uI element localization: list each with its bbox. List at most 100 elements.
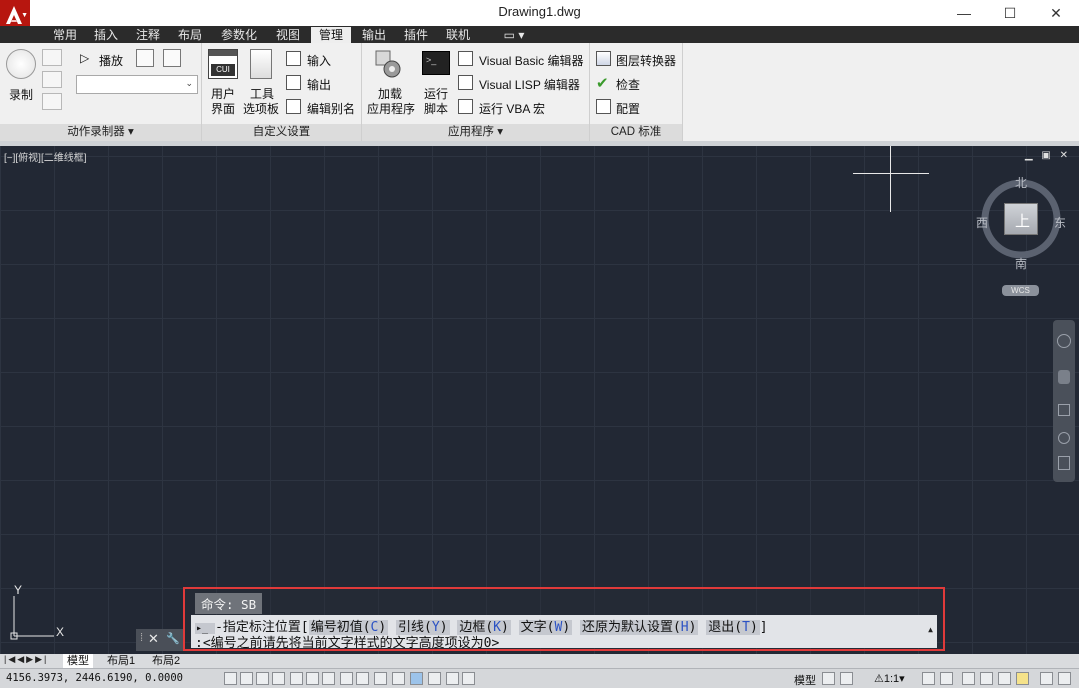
play-button[interactable]: 播放	[99, 52, 123, 69]
lock-ui-icon[interactable]	[980, 672, 993, 685]
grid-display-icon[interactable]	[256, 672, 269, 685]
base-point-icon[interactable]	[42, 93, 62, 110]
dynamic-ucs-icon[interactable]	[356, 672, 369, 685]
load-application-icon[interactable]	[374, 49, 402, 79]
export-icon[interactable]	[286, 75, 301, 90]
run-script-label-2[interactable]: 脚本	[424, 100, 448, 117]
user-interface-label-2[interactable]: 界面	[211, 100, 235, 117]
wrench-icon[interactable]: 🔧	[166, 632, 180, 645]
play-icon[interactable]: ▷	[80, 51, 89, 65]
import-icon[interactable]	[286, 51, 301, 66]
auto-scale-icon[interactable]	[940, 672, 953, 685]
save-macro-icon[interactable]	[136, 49, 154, 67]
infer-constraints-icon[interactable]	[224, 672, 237, 685]
check-icon[interactable]: ✔	[596, 74, 609, 92]
maximize-button[interactable]: ☐	[987, 0, 1033, 26]
object-snap-icon[interactable]	[306, 672, 319, 685]
tab-manage[interactable]: 管理	[311, 27, 351, 43]
quick-view-layouts-icon[interactable]	[822, 672, 835, 685]
tool-palettes-icon[interactable]	[250, 49, 272, 79]
annotation-visibility-icon[interactable]	[922, 672, 935, 685]
tab-layout2[interactable]: 布局2	[148, 654, 184, 668]
vb-editor-icon[interactable]	[458, 51, 473, 66]
tab-model[interactable]: 模型	[63, 654, 93, 668]
macro-manager-icon[interactable]	[163, 49, 181, 67]
annotation-monitor-icon[interactable]	[462, 672, 475, 685]
macro-dropdown[interactable]: ⌄	[76, 75, 198, 94]
command-input-line[interactable]: ▸_ -指定标注位置[编号初值(C) 引线(Y) 边框(K) 文字(W) 还原为…	[191, 615, 937, 651]
showmotion-icon[interactable]	[1058, 456, 1070, 470]
tab-parametric[interactable]: 参数化	[213, 27, 265, 43]
wcs-menu[interactable]: WCS	[1002, 285, 1039, 296]
object-snap-tracking-icon[interactable]	[340, 672, 353, 685]
compass-east[interactable]: 东	[1054, 214, 1066, 231]
tab-plugins[interactable]: 插件	[396, 27, 436, 43]
dynamic-input-icon[interactable]	[374, 672, 387, 685]
compass-south[interactable]: 南	[1015, 255, 1027, 272]
layer-translator-icon[interactable]	[596, 51, 611, 66]
hardware-acceleration-icon[interactable]	[998, 672, 1011, 685]
edit-aliases-icon[interactable]	[286, 99, 301, 114]
minimize-button[interactable]: —	[941, 0, 987, 26]
applications-group-label[interactable]: 应用程序 ▾	[362, 124, 589, 141]
3d-object-snap-icon[interactable]	[322, 672, 335, 685]
viewport-window-controls[interactable]: ▁ ▣ ✕	[1025, 150, 1071, 161]
viewport-controls-label[interactable]: [−][俯视][二维线框]	[4, 149, 87, 164]
model-space-button[interactable]: 模型	[794, 672, 816, 688]
tab-output[interactable]: 输出	[354, 27, 394, 43]
run-script-icon[interactable]: >_	[422, 51, 450, 75]
tab-layout1[interactable]: 布局1	[103, 654, 139, 668]
history-toggle-icon[interactable]: ▲	[928, 625, 933, 634]
steering-wheel-icon[interactable]	[1057, 334, 1071, 348]
viewcube[interactable]: 上 北 南 东 西	[976, 174, 1066, 271]
load-app-label-2[interactable]: 应用程序	[367, 100, 415, 117]
command-line-window[interactable]: 命令: SB ▸_ -指定标注位置[编号初值(C) 引线(Y) 边框(K) 文字…	[183, 587, 945, 651]
tab-home[interactable]: 常用	[45, 27, 85, 43]
action-recorder-group-label[interactable]: 动作录制器 ▾	[0, 124, 201, 141]
command-line-grip[interactable]: ⁞ ✕ 🔧	[136, 629, 184, 651]
status-menu-icon[interactable]	[1040, 672, 1053, 685]
vb-editor-button[interactable]: Visual Basic 编辑器	[479, 52, 583, 69]
selection-cycling-icon[interactable]	[446, 672, 459, 685]
ortho-mode-icon[interactable]	[272, 672, 285, 685]
close-button[interactable]: ✕	[1033, 0, 1079, 26]
compass-west[interactable]: 西	[976, 214, 988, 231]
edit-aliases-button[interactable]: 编辑别名	[307, 100, 355, 117]
record-button[interactable]: 录制	[9, 86, 33, 103]
pan-icon[interactable]	[1058, 370, 1070, 384]
tab-view[interactable]: 视图	[268, 27, 308, 43]
record-icon[interactable]	[6, 49, 36, 79]
import-button[interactable]: 输入	[307, 52, 331, 69]
tab-online[interactable]: 联机	[438, 27, 478, 43]
export-button[interactable]: 输出	[307, 76, 331, 93]
lisp-editor-icon[interactable]	[458, 75, 473, 90]
layer-translator-button[interactable]: 图层转换器	[616, 52, 676, 69]
lisp-editor-button[interactable]: Visual LISP 编辑器	[479, 76, 580, 93]
option-restore-defaults[interactable]: 还原为默认设置(H)	[579, 620, 699, 635]
tab-insert[interactable]: 插入	[86, 27, 126, 43]
zoom-icon[interactable]	[1058, 404, 1070, 416]
tab-annotate[interactable]: 注释	[128, 27, 168, 43]
tool-palettes-label-2[interactable]: 选项板	[243, 100, 279, 117]
quick-properties-icon[interactable]	[428, 672, 441, 685]
option-exit[interactable]: 退出(T)	[706, 620, 760, 635]
run-vba-icon[interactable]	[458, 99, 473, 114]
polar-tracking-icon[interactable]	[290, 672, 303, 685]
workspace-switching-icon[interactable]	[962, 672, 975, 685]
drawing-canvas[interactable]: [−][俯视][二维线框] ▁ ▣ ✕ 上 北 南 东 西 WCS Y X	[0, 146, 1079, 654]
orbit-icon[interactable]	[1058, 432, 1070, 444]
message-icon[interactable]	[42, 49, 62, 66]
cui-icon[interactable]: CUI	[208, 49, 238, 79]
panel-toggle-icon[interactable]: ▭ ▾	[498, 27, 530, 43]
compass-north[interactable]: 北	[1015, 174, 1027, 191]
tab-layout[interactable]: 布局	[170, 27, 210, 43]
check-button[interactable]: 检查	[616, 76, 640, 93]
transparency-icon[interactable]	[410, 672, 423, 685]
annotation-scale[interactable]: ⚠1:1▾	[874, 672, 905, 685]
clean-screen-icon[interactable]	[1058, 672, 1071, 685]
option-text[interactable]: 文字(W)	[518, 620, 573, 635]
run-vba-button[interactable]: 运行 VBA 宏	[479, 100, 545, 117]
coordinate-readout[interactable]: 4156.3973, 2446.6190, 0.0000	[6, 672, 183, 684]
configure-button[interactable]: 配置	[616, 100, 640, 117]
viewcube-top-face[interactable]: 上	[1004, 203, 1038, 235]
